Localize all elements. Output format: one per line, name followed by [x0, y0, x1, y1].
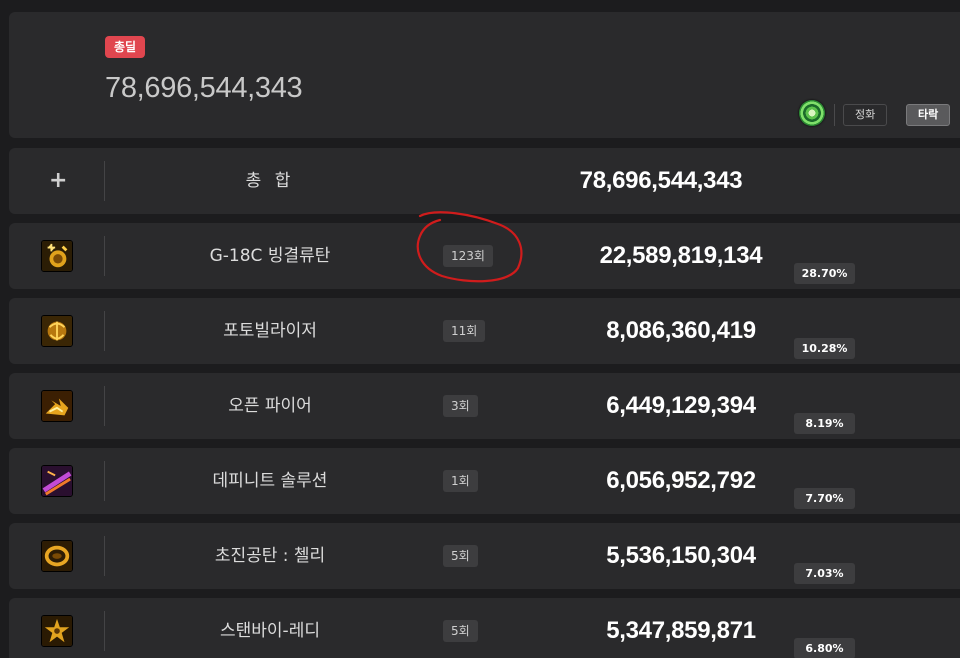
- tab-divider: [834, 104, 835, 126]
- total-damage-header: 총딜 78,696,544,343 정화 타락: [9, 12, 960, 138]
- damage-percent-badge: 10.28%: [794, 338, 855, 359]
- damage-percent-badge: 6.80%: [794, 638, 855, 658]
- skill-damage: 8,086,360,419: [606, 317, 756, 344]
- skill-row[interactable]: 데피니트 솔루션 1회 6,056,952,792 7.70%: [9, 448, 960, 514]
- tab-purify[interactable]: 정화: [843, 104, 888, 126]
- total-label: 총 합: [245, 171, 295, 191]
- total-row[interactable]: + 총 합 78,696,544,343: [9, 148, 960, 214]
- skill-damage: 5,536,150,304: [606, 542, 756, 569]
- skill-row[interactable]: 오픈 파이어 3회 6,449,129,394 8.19%: [9, 373, 960, 439]
- damage-percent-badge: 7.03%: [794, 563, 855, 584]
- damage-percent-badge: 8.19%: [794, 413, 855, 434]
- skill-name: 오픈 파이어: [228, 396, 312, 416]
- total-badge: 총딜: [105, 36, 146, 58]
- header-total-value: 78,696,544,343: [105, 72, 303, 104]
- damage-percent-badge: 28.70%: [794, 263, 855, 284]
- hit-count-badge: 3회: [443, 395, 478, 417]
- fire-skill-icon: [41, 390, 73, 422]
- hit-count-badge: 5회: [443, 545, 478, 567]
- skill-name: 초진공탄 : 첼리: [214, 546, 326, 566]
- skill-damage: 22,589,819,134: [599, 242, 763, 269]
- skill-row[interactable]: 포토빌라이저 11회 8,086,360,419 10.28%: [9, 298, 960, 364]
- skill-name: G-18C 빙결류탄: [209, 246, 331, 266]
- green-spiral-icon[interactable]: [799, 100, 825, 126]
- skill-damage: 6,056,952,792: [606, 467, 756, 494]
- purple-slash-skill-icon: [41, 465, 73, 497]
- hit-count-badge: 5회: [443, 620, 478, 642]
- plus-icon[interactable]: +: [49, 168, 67, 194]
- hit-count-badge: 1회: [443, 470, 478, 492]
- skill-name: 포토빌라이저: [223, 321, 317, 341]
- skill-row[interactable]: 초진공탄 : 첼리 5회 5,536,150,304 7.03%: [9, 523, 960, 589]
- tab-strike[interactable]: 타락: [906, 104, 951, 126]
- ring-skill-icon: [41, 540, 73, 572]
- total-damage: 78,696,544,343: [579, 167, 743, 194]
- skill-name: 스탠바이-레디: [220, 621, 320, 641]
- skill-damage: 5,347,859,871: [606, 617, 756, 644]
- bomb-skill-icon: [41, 240, 73, 272]
- burst-skill-icon: [41, 615, 73, 647]
- skill-name: 데피니트 솔루션: [212, 471, 328, 491]
- skill-damage: 6,449,129,394: [606, 392, 756, 419]
- skill-row[interactable]: 스탠바이-레디 5회 5,347,859,871 6.80%: [9, 598, 960, 658]
- hit-count-badge: 11회: [443, 320, 486, 342]
- photon-skill-icon: [41, 315, 73, 347]
- hit-count-badge: 123회: [443, 245, 493, 267]
- skill-row[interactable]: G-18C 빙결류탄 123회 22,589,819,134 28.70%: [9, 223, 960, 289]
- damage-percent-badge: 7.70%: [794, 488, 855, 509]
